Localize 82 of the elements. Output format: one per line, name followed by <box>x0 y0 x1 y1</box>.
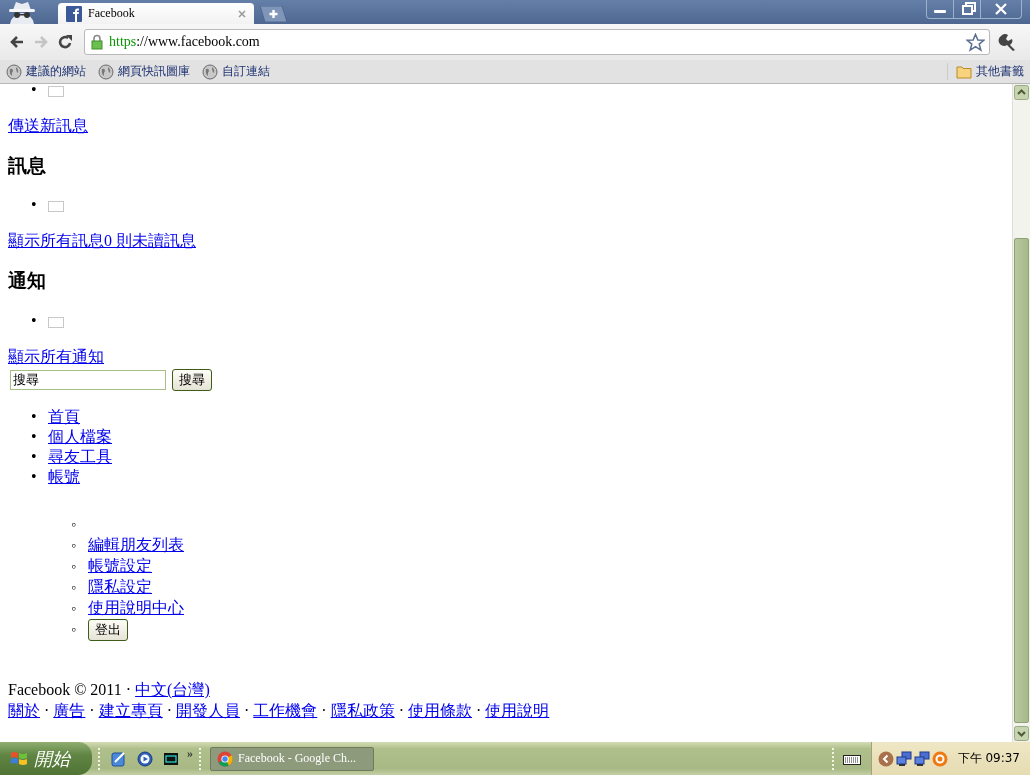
page-link[interactable]: 顯示所有訊息0 則未讀訊息 <box>8 232 196 250</box>
bookmark-link[interactable]: 自訂連結 <box>202 63 270 80</box>
bookmark-folder[interactable]: 其他書籤 <box>947 63 1024 80</box>
document-icon[interactable] <box>111 750 127 767</box>
network-icon[interactable] <box>895 750 912 767</box>
bullet-mark: ◦ <box>70 557 77 576</box>
wrench-icon[interactable] <box>998 32 1018 52</box>
footer-link[interactable]: 開發人員 <box>176 701 240 719</box>
reload-icon[interactable] <box>57 34 73 50</box>
globe-icon <box>202 63 218 80</box>
clock-text: 下午 09:37 <box>957 750 1020 767</box>
image-placeholder <box>48 316 64 328</box>
bullet-mark: • <box>30 310 38 331</box>
section-heading: 通知 <box>8 270 47 293</box>
windows-flag-icon <box>10 749 28 768</box>
scroll-down-icon[interactable] <box>1014 726 1029 741</box>
scroll-up-icon[interactable] <box>1014 85 1029 100</box>
bullet-mark: • <box>30 446 38 467</box>
browser-tab[interactable]: Facebook <box>58 3 254 24</box>
image-placeholder <box>48 201 64 213</box>
monitor-icon[interactable] <box>163 750 179 767</box>
start-button[interactable]: 開始 <box>0 742 92 775</box>
star-icon[interactable] <box>966 32 985 52</box>
nav-link[interactable]: 首頁 <box>48 407 80 425</box>
menu-link[interactable]: 使用說明中心 <box>88 598 184 616</box>
bullet-mark: ◦ <box>70 578 77 597</box>
folder-icon <box>956 64 972 79</box>
scrollbar[interactable] <box>1012 84 1030 742</box>
network-icon[interactable] <box>913 750 930 767</box>
footer-link[interactable]: 使用條款 <box>407 701 472 719</box>
bullet-mark: • <box>30 406 38 427</box>
bullet-mark: ◦ <box>70 620 77 639</box>
separator-dot: · <box>398 701 404 719</box>
globe-icon <box>98 63 114 80</box>
footer-link[interactable]: 廣告 <box>53 701 86 719</box>
separator-dot: · <box>321 701 327 719</box>
back-arrow-icon[interactable] <box>9 34 25 50</box>
overflow-chevron[interactable]: » <box>187 746 193 761</box>
keyboard-icon[interactable] <box>842 752 861 765</box>
search-field[interactable]: 搜尋 <box>10 369 166 390</box>
language-link[interactable]: 中文(台灣) <box>135 680 210 698</box>
bullet-mark: • <box>30 84 38 100</box>
menu-link[interactable]: 編輯朋友列表 <box>88 535 184 553</box>
copyright-text: Facebook © 2011 · <box>8 680 132 698</box>
page-link[interactable]: 傳送新訊息 <box>8 117 88 134</box>
separator-dot: · <box>475 701 482 719</box>
separator-dot: · <box>244 701 250 719</box>
search-button[interactable]: 搜尋 <box>172 368 212 391</box>
nav-link[interactable]: 尋友工具 <box>48 447 112 465</box>
scroll-thumb[interactable] <box>1014 238 1029 723</box>
bullet-mark: ◦ <box>70 515 77 534</box>
separator-dot: · <box>89 701 95 719</box>
footer-link[interactable]: 工作機會 <box>253 701 318 719</box>
footer-link[interactable]: 建立專頁 <box>98 701 163 719</box>
nav-link[interactable]: 帳號 <box>48 467 80 485</box>
page-favicon-icon <box>66 5 82 22</box>
new-tab-button[interactable] <box>260 6 288 22</box>
bullet-mark: ◦ <box>70 536 77 555</box>
bullet-mark: • <box>30 195 38 216</box>
footer-link[interactable]: 關於 <box>8 701 40 719</box>
menu-link[interactable]: 隱私設定 <box>88 577 152 595</box>
menu-link[interactable]: 帳號設定 <box>88 556 152 574</box>
image-placeholder <box>48 85 64 97</box>
lock-icon <box>91 34 103 50</box>
footer-link[interactable]: 使用說明 <box>485 701 550 719</box>
footer-link[interactable]: 隱私政策 <box>330 701 395 719</box>
logout-button[interactable]: 登出 <box>88 618 128 641</box>
media-player-icon[interactable] <box>137 750 153 767</box>
bullet-mark: • <box>30 466 38 487</box>
separator-dot: · <box>44 701 50 719</box>
globe-icon <box>6 63 22 80</box>
separator-dot: · <box>166 701 172 719</box>
bullet-mark: ◦ <box>70 599 77 618</box>
nav-link[interactable]: 個人檔案 <box>48 427 112 445</box>
browser-icon <box>217 750 233 767</box>
page-link[interactable]: 顯示所有通知 <box>8 347 104 365</box>
bullet-mark: • <box>30 426 38 447</box>
bookmark-link[interactable]: 建議的網站 <box>6 63 86 80</box>
bookmark-link[interactable]: 網頁快訊圖庫 <box>98 63 190 80</box>
address-bar[interactable]: https://www.facebook.com <box>84 29 990 55</box>
section-heading: 訊息 <box>8 154 47 177</box>
close-tab-icon[interactable] <box>238 9 246 18</box>
